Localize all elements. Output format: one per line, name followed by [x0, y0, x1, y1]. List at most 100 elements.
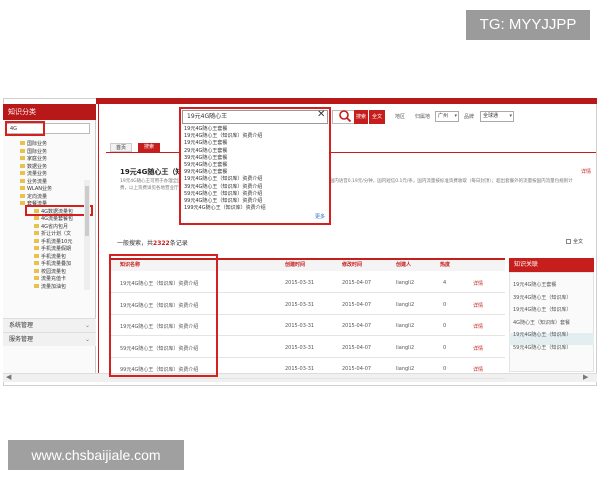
search-highlight-box: [5, 121, 45, 136]
cell-modified: 2015-04-07: [342, 280, 372, 286]
folder-icon: [20, 163, 25, 168]
tree-item-label: 流量加油包: [41, 283, 67, 290]
cell-modified: 2015-04-07: [342, 344, 372, 351]
tree-item-label: 数据业务: [27, 163, 48, 170]
cell-created: 2015-03-31: [285, 344, 315, 351]
area-label: 地区: [395, 114, 406, 120]
results-count: 2322: [153, 240, 170, 247]
autocomplete-more-link[interactable]: 更多: [315, 213, 325, 220]
autocomplete-option[interactable]: 39元4G随心王（知识库）资费介绍: [184, 184, 262, 191]
cell-hot: 0: [443, 366, 447, 372]
checkbox-icon: [566, 239, 571, 244]
tab-search[interactable]: 搜索: [138, 143, 160, 152]
search-icon[interactable]: [338, 109, 352, 123]
folder-icon: [34, 238, 39, 243]
related-item[interactable]: 39元4G随心王（知识库）: [513, 294, 571, 301]
related-item[interactable]: 19元4G随心王（知识库）: [513, 306, 571, 313]
row-detail-link[interactable]: 详情: [473, 366, 483, 373]
tab-home[interactable]: 首页: [110, 143, 132, 152]
folder-icon: [20, 178, 25, 183]
cell-creator: liangli2: [396, 344, 415, 351]
related-item[interactable]: 19元4G随心王（知识库）: [513, 331, 571, 338]
cell-created: 2015-03-31: [285, 301, 315, 308]
chevron-down-icon: ⌄: [84, 322, 90, 329]
related-item[interactable]: 19元4G随心王套餐: [513, 281, 556, 288]
cell-creator: liangli2: [396, 323, 415, 329]
related-item[interactable]: 4G随心王（知识库）套餐: [513, 319, 570, 326]
autocomplete-option[interactable]: 59元4G随心王（知识库）资费介绍: [184, 191, 262, 198]
col-header-modified[interactable]: 修改时间: [342, 261, 362, 268]
chevron-down-icon: ▾: [454, 113, 457, 119]
sidebar-section-service[interactable]: 服务管理 ⌄: [3, 332, 96, 346]
autocomplete-option[interactable]: 19元4G随心王（知识库）资费介绍: [184, 176, 262, 183]
folder-icon: [20, 186, 25, 190]
row-detail-link[interactable]: 详情: [473, 345, 483, 352]
autocomplete-option[interactable]: 29元4G随心王套餐: [184, 148, 227, 155]
autocomplete-option[interactable]: 39元4G随心王套餐: [184, 155, 227, 162]
tree-item-label: 业务流量: [27, 178, 48, 185]
autocomplete-option[interactable]: 59元4G随心王套餐: [184, 162, 227, 169]
scroll-right-icon[interactable]: ▶: [583, 373, 588, 381]
autocomplete-option[interactable]: 19元4G随心王套餐: [184, 126, 227, 133]
autocomplete-option[interactable]: 199元4G随心王（知识库）资费介绍: [184, 205, 266, 212]
city-select-value: 广州: [438, 113, 449, 119]
cell-hot: 0: [443, 301, 447, 308]
tree-item-label: 4G流量套餐包: [41, 216, 74, 222]
sidebar-section-label: 系统管理: [9, 322, 34, 329]
tree-item-label: 手机流量包: [41, 253, 67, 260]
chevron-down-icon: ⌄: [84, 336, 90, 343]
article-detail-link[interactable]: 详情: [581, 168, 591, 175]
cell-created: 2015-03-31: [285, 323, 315, 329]
tree-item-label: 校园流量包: [41, 268, 67, 275]
folder-icon: [34, 223, 39, 228]
results-summary: 一般搜索，共2322条记录: [117, 238, 188, 247]
city-select[interactable]: 广州 ▾: [435, 111, 459, 122]
content-divider: [98, 104, 99, 374]
folder-icon: [34, 283, 39, 288]
folder-icon: [20, 156, 25, 160]
cell-creator: liangli2: [396, 301, 415, 308]
scroll-left-icon[interactable]: ◀: [6, 373, 11, 381]
tree-item[interactable]: 流量加油包: [34, 283, 66, 291]
cell-modified: 2015-04-07: [342, 366, 372, 372]
cell-hot: 4: [443, 280, 447, 286]
related-item[interactable]: 59元4G随心王（知识库）: [513, 344, 571, 351]
row-detail-link[interactable]: 详情: [473, 323, 483, 330]
tree-highlight-box: [25, 205, 93, 216]
cell-hot: 0: [443, 344, 447, 351]
tree-item-label: 手机流量叠加: [41, 261, 72, 267]
fulltext-checkbox[interactable]: 全文: [566, 238, 583, 245]
watermark-top: TG: MYYJJPP: [466, 10, 590, 40]
folder-icon: [34, 261, 39, 265]
folder-icon: [34, 253, 39, 258]
tree-item-label: 定向流量: [27, 193, 48, 200]
col-header-hot[interactable]: 热度: [440, 261, 450, 268]
cell-creator: liangli2: [396, 280, 415, 286]
city-label: 归属地: [415, 114, 431, 120]
chevron-down-icon: ▾: [509, 113, 512, 119]
sidebar-scroll-thumb[interactable]: [85, 186, 89, 236]
watermark-bottom: www.chsbaijiale.com: [8, 440, 184, 470]
autocomplete-option[interactable]: 99元4G随心王（知识库）资费介绍: [184, 198, 262, 205]
cell-hot: 0: [443, 323, 447, 329]
brand-select[interactable]: 全球通 ▾: [480, 111, 514, 122]
results-suffix: 条记录: [169, 240, 188, 247]
tree-item-label: WLAN业务: [27, 186, 53, 192]
folder-icon: [20, 148, 25, 153]
sidebar-section-system[interactable]: 系统管理 ⌄: [3, 318, 96, 332]
col-header-creator[interactable]: 创建人: [396, 261, 411, 268]
cell-modified: 2015-04-07: [342, 323, 372, 329]
tree-item-label: 国际业务: [27, 148, 48, 155]
row-detail-link[interactable]: 详情: [473, 280, 483, 287]
autocomplete-input[interactable]: 19元4G随心王: [182, 110, 328, 124]
folder-icon: [34, 216, 39, 220]
autocomplete-option[interactable]: 19元4G随心王套餐: [184, 140, 227, 147]
col-header-created[interactable]: 创建时间: [285, 261, 305, 268]
search-button[interactable]: 搜索: [354, 110, 368, 124]
tree-item-label: 折让计划（文: [41, 231, 72, 237]
fulltext-button[interactable]: 全文: [369, 110, 385, 124]
row-detail-link[interactable]: 详情: [473, 302, 483, 309]
clear-icon[interactable]: ✕: [317, 109, 325, 120]
table-row-divider: [110, 378, 505, 379]
top-red-bar: [96, 98, 597, 104]
